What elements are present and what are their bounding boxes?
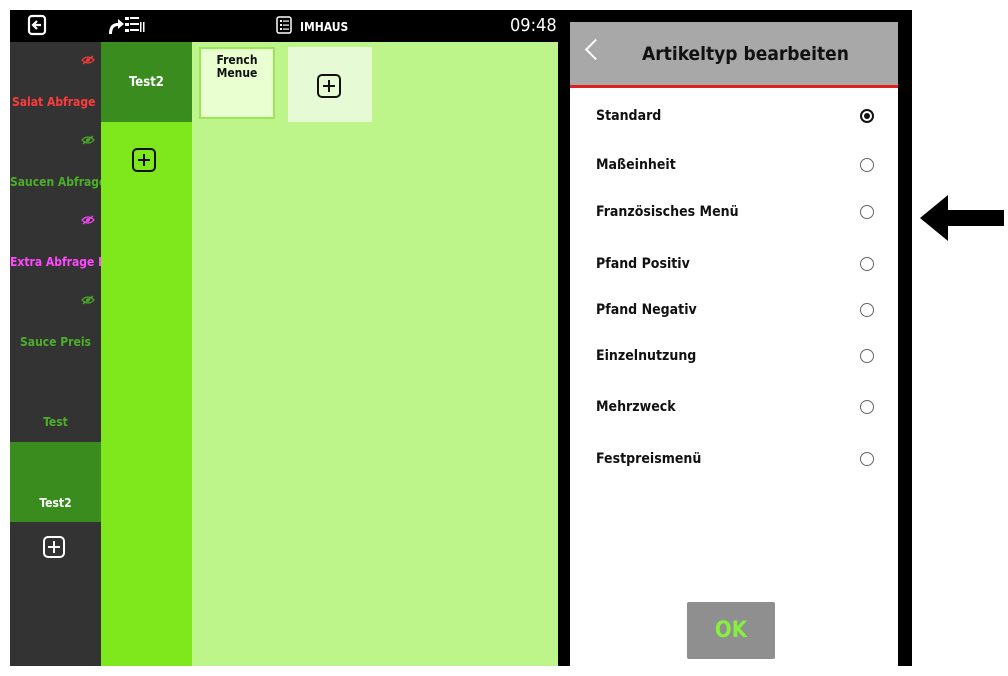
category-item-active[interactable]: Test2 xyxy=(10,442,101,522)
radio-icon[interactable] xyxy=(860,400,874,414)
option-einzelnutzung[interactable]: Einzelnutzung xyxy=(570,342,898,372)
clock: 09:48 xyxy=(510,15,557,36)
option-label: Einzelnutzung xyxy=(596,348,697,364)
option-label: Standard xyxy=(596,108,662,124)
option-label: Mehrzweck xyxy=(596,399,676,415)
category-item[interactable]: Sauce Preis xyxy=(10,335,101,349)
option-label: Pfand Positiv xyxy=(596,256,690,272)
radio-selected-icon[interactable] xyxy=(860,109,874,123)
subcategory-item-active[interactable]: Test2 xyxy=(101,42,192,122)
option-mehrzweck[interactable]: Mehrzweck xyxy=(570,393,898,423)
back-chevron-icon[interactable] xyxy=(584,38,607,61)
add-subcategory-button[interactable] xyxy=(132,148,156,176)
category-sidebar: Salat Abfrage Saucen Abfrage Extra Abfra… xyxy=(10,42,101,666)
plus-icon xyxy=(43,536,65,558)
left-arrow-icon xyxy=(920,195,1004,241)
radio-icon[interactable] xyxy=(860,257,874,271)
option-label: Pfand Negativ xyxy=(596,302,697,318)
option-pfand-positiv[interactable]: Pfand Positiv xyxy=(570,250,898,280)
radio-icon[interactable] xyxy=(860,452,874,466)
hidden-eye-icon[interactable] xyxy=(81,210,95,229)
ok-button[interactable]: OK xyxy=(687,602,775,659)
radio-icon[interactable] xyxy=(860,303,874,317)
category-item-label: Test2 xyxy=(39,496,72,510)
add-product-button[interactable] xyxy=(288,47,372,122)
category-item[interactable]: Extra Abfrage Kl xyxy=(10,255,101,269)
hidden-eye-icon[interactable] xyxy=(81,290,95,309)
radio-icon[interactable] xyxy=(860,349,874,363)
mode-label: IMHAUS xyxy=(300,19,349,34)
hidden-eye-icon[interactable] xyxy=(81,50,95,69)
top-bar: IMHAUS 09:48 xyxy=(10,10,558,42)
category-item[interactable]: Test xyxy=(10,415,101,429)
plus-icon xyxy=(132,148,156,172)
category-item[interactable]: Saucen Abfrage xyxy=(10,175,101,189)
option-label: Maßeinheit xyxy=(596,157,676,173)
article-type-panel: Artikeltyp bearbeiten Standard Maßeinhei… xyxy=(570,22,898,666)
option-label: Festpreismenü xyxy=(596,451,702,467)
order-mode[interactable]: IMHAUS xyxy=(276,16,348,37)
option-standard[interactable]: Standard xyxy=(570,102,898,132)
list-icon xyxy=(276,16,292,37)
option-pfand-negativ[interactable]: Pfand Negativ xyxy=(570,296,898,326)
option-label: Französisches Menü xyxy=(596,204,739,220)
option-franzoesisches-menue[interactable]: Französisches Menü xyxy=(570,198,898,228)
plus-icon xyxy=(317,74,341,98)
logout-icon[interactable] xyxy=(26,14,48,40)
option-festpreismenue[interactable]: Festpreismenü xyxy=(570,445,898,475)
radio-icon[interactable] xyxy=(860,158,874,172)
radio-icon[interactable] xyxy=(860,205,874,219)
hidden-eye-icon[interactable] xyxy=(81,130,95,149)
panel-header: Artikeltyp bearbeiten xyxy=(570,22,898,88)
panel-title: Artikeltyp bearbeiten xyxy=(642,43,849,65)
product-tile[interactable]: French Menue xyxy=(199,47,275,119)
product-name-line2: Menue xyxy=(216,66,258,80)
redirect-list-icon[interactable] xyxy=(106,14,146,40)
subcategory-column: Test2 xyxy=(101,42,192,666)
add-category-button[interactable] xyxy=(43,536,65,562)
product-grid: French Menue xyxy=(192,42,558,666)
option-masseinheit[interactable]: Maßeinheit xyxy=(570,151,898,181)
category-item[interactable]: Salat Abfrage xyxy=(12,95,103,109)
